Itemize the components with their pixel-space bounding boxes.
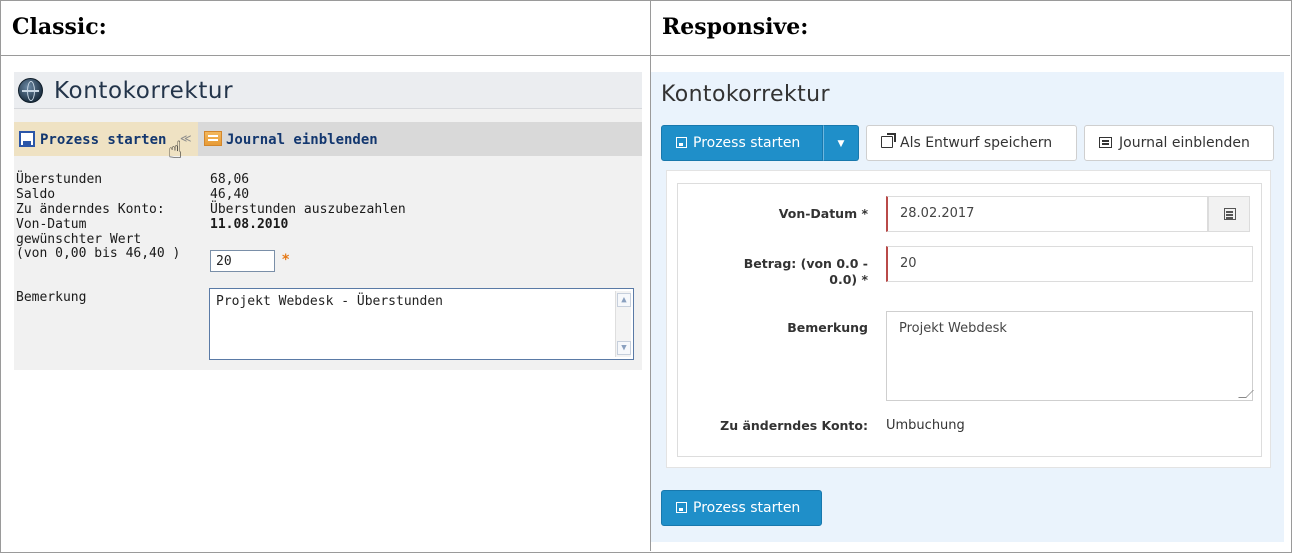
start-process-button[interactable]: Prozess starten [661,125,823,161]
journal-button[interactable]: Journal einblenden [1084,125,1274,161]
field-label: Zu änderndes Konto: [16,202,165,217]
header-responsive: Responsive: [662,14,809,40]
caret-down-icon: ▼ [837,139,845,149]
form-panel: Von-Datum * 28.02.2017 Betrag: (von 0.0 … [666,170,1271,468]
save-icon [676,137,687,148]
field-value: 68,06 [210,172,250,187]
journal-icon [204,131,222,146]
field-value: Überstunden auszubezahlen [210,202,406,217]
save-icon [676,502,687,513]
textarea-scrollbar[interactable]: ▲ ▼ [615,291,631,357]
classic-panel: Kontokorrektur Prozess starten ≪ Journal… [14,72,642,370]
form-card: Von-Datum * 28.02.2017 Betrag: (von 0.0 … [677,183,1262,457]
classic-start-process-label: Prozess starten [40,132,167,148]
classic-title-bar: Kontokorrektur [14,72,642,109]
resize-handle[interactable] [1238,390,1254,398]
von-datum-label: Von-Datum * [778,206,868,221]
save-draft-button[interactable]: Als Entwurf speichern [866,125,1077,161]
classic-page-title: Kontokorrektur [54,78,234,104]
wert-input[interactable]: 20 [210,250,275,272]
field-label: Überstunden [16,172,103,187]
bemerkung-textarea[interactable]: Projekt Webdesk [886,311,1254,401]
globe-icon [18,78,43,103]
classic-journal-button[interactable]: Journal einblenden [226,132,378,148]
start-process-bottom-button[interactable]: Prozess starten [661,490,822,526]
save-draft-label: Als Entwurf speichern [900,135,1053,151]
required-marker: * [282,252,290,268]
share-icon [881,133,896,148]
start-process-dropdown[interactable]: ▼ [823,125,859,161]
wert-range-label: (von 0,00 bis 46,40 ) [16,246,181,261]
betrag-input[interactable]: 20 [886,246,1253,282]
wert-label: gewünschter Wert [16,232,142,247]
classic-toolbar: Prozess starten ≪ Journal einblenden ☝ [14,122,642,164]
konto-value: Umbuchung [886,418,965,433]
header-classic: Classic: [12,14,107,40]
scroll-down-icon[interactable]: ▼ [617,341,631,355]
konto-label: Zu änderndes Konto: [720,418,868,433]
von-datum-input[interactable]: 28.02.2017 [886,196,1208,232]
start-process-bottom-label: Prozess starten [693,500,801,516]
field-value: 11.08.2010 [210,217,289,232]
save-icon [19,131,35,147]
bemerkung-label: Bemerkung [787,320,868,335]
bemerkung-label: Bemerkung [16,290,87,305]
bemerkung-text: Projekt Webdesk [899,321,1007,336]
responsive-panel: Kontokorrektur Prozess starten ▼ Als Ent… [651,72,1284,542]
betrag-label-line1: Betrag: (von 0.0 - [743,256,868,271]
journal-label: Journal einblenden [1119,135,1250,151]
header-row [0,0,1290,56]
hand-cursor-icon: ☝ [168,136,183,164]
field-label: Saldo [16,187,56,202]
bemerkung-text: Projekt Webdesk - Überstunden [216,294,443,309]
field-value: 46,40 [210,187,250,202]
list-icon [1099,137,1112,148]
datepicker-button[interactable] [1208,196,1250,232]
field-label: Von-Datum [16,217,87,232]
bemerkung-textarea[interactable]: Projekt Webdesk - Überstunden ▲ ▼ [209,288,634,360]
scroll-up-icon[interactable]: ▲ [617,293,631,307]
betrag-label-line2: 0.0) * [829,272,868,287]
start-process-label: Prozess starten [693,135,801,151]
responsive-page-title: Kontokorrektur [661,82,830,107]
calendar-icon [1224,208,1236,220]
